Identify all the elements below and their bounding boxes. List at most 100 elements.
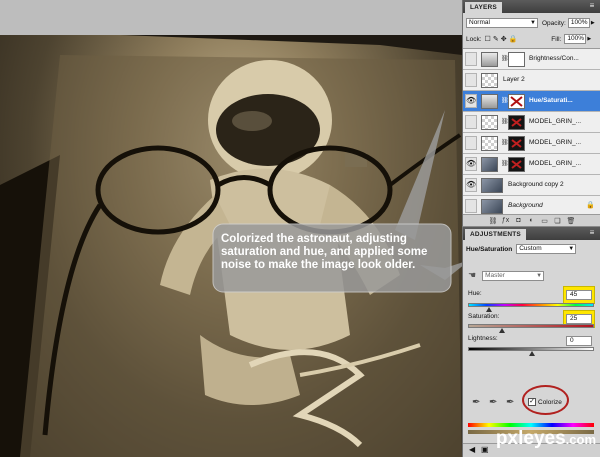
mask-thumbnail-x-icon (508, 94, 525, 109)
visibility-toggle-eye-icon[interactable]: 👁 (465, 157, 477, 171)
adjustment-thumbnail-sun-icon (481, 52, 498, 67)
expand-view-icon[interactable]: ▣ (481, 445, 489, 454)
hue-label: Hue: (468, 290, 482, 297)
layer-thumbnail (481, 157, 498, 172)
panel-menu-icon[interactable]: ≡ (587, 228, 597, 238)
visibility-toggle-eye-icon[interactable]: 👁 (465, 178, 477, 192)
saturation-slider-thumb[interactable] (499, 328, 505, 333)
visibility-toggle[interactable] (465, 115, 477, 129)
input-color-bar (468, 423, 594, 427)
layer-row-model-grin-1[interactable]: ⛓ MODEL_GRIN_... (463, 112, 600, 133)
visibility-toggle[interactable] (465, 73, 477, 87)
fill-input[interactable]: 100% (564, 34, 587, 44)
hue-input[interactable]: 45 (566, 290, 592, 300)
lock-all-icon[interactable]: 🔒 (509, 35, 518, 43)
opacity-arrow-icon[interactable]: ▶ (591, 20, 595, 26)
preset-value: Custom (519, 245, 542, 252)
layer-name: MODEL_GRIN_... (529, 139, 582, 146)
layer-name: Hue/Saturati... (529, 97, 573, 104)
callout-annotation: Colorized the astronaut, adjusting satur… (221, 233, 428, 271)
channel-row: ☚ Master ▼ (463, 270, 600, 281)
lightness-slider-thumb[interactable] (529, 351, 535, 356)
layer-row-model-grin-3[interactable]: 👁 ⛓ MODEL_GRIN_... (463, 154, 600, 175)
mask-thumbnail (508, 136, 525, 151)
chevron-down-icon: ▼ (536, 272, 543, 279)
mask-x-shape (510, 96, 523, 107)
layer-thumbnail (481, 115, 498, 130)
layer-thumbnail (481, 136, 498, 151)
document-canvas[interactable]: Colorized the astronaut, adjusting satur… (0, 0, 462, 457)
opacity-label: Opacity: (542, 19, 566, 27)
saturation-input[interactable]: 25 (566, 314, 592, 324)
lightness-label: Lightness: (468, 335, 498, 342)
fill-label: Fill: (551, 35, 562, 43)
adjustments-panel: ADJUSTMENTS ≡ Hue/Saturation Custom ▼ ☚ … (462, 226, 600, 457)
visibility-toggle[interactable] (465, 52, 477, 66)
blend-mode-select[interactable]: Normal ▼ (466, 18, 538, 28)
preset-select[interactable]: Custom ▼ (516, 244, 577, 254)
lightness-input[interactable]: 0 (566, 336, 592, 346)
panel-menu-icon[interactable]: ≡ (587, 1, 597, 11)
watermark-logo: pxleyes.com (496, 428, 596, 450)
mask-thumbnail (508, 115, 525, 130)
new-layer-icon[interactable]: ❏ (554, 217, 562, 225)
layer-list: ⛓ Brightness/Con... Layer 2 👁 ⛓ Hue/Satu… (463, 48, 600, 217)
lock-icon: 🔒 (586, 202, 595, 209)
mask-x-shape (511, 118, 522, 127)
layer-row-layer-2[interactable]: Layer 2 (463, 70, 600, 91)
opacity-input[interactable]: 100% (567, 18, 590, 28)
blend-mode-value: Normal (469, 19, 490, 26)
mask-thumbnail (508, 52, 525, 67)
layer-thumbnail (481, 199, 503, 214)
lock-paint-icon[interactable]: ✎ (493, 35, 499, 43)
watermark-suffix: .com (565, 432, 596, 447)
eyedropper-plus-icon[interactable]: ✒ (489, 397, 497, 408)
mask-x-shape (511, 160, 522, 169)
tab-adjustments[interactable]: ADJUSTMENTS (465, 229, 526, 240)
layer-thumbnail (481, 73, 498, 88)
layer-name: Background (508, 202, 543, 209)
visibility-toggle-eye-icon[interactable]: 👁 (465, 94, 477, 108)
layers-panel: LAYERS ≡ Normal ▼ Opacity: 100% ▶ Lock: … (462, 0, 600, 226)
group-folder-icon[interactable]: ▭ (541, 217, 549, 225)
layer-row-hue-saturation[interactable]: 👁 ⛓ Hue/Saturati... (463, 91, 600, 112)
layer-name: Layer 2 (503, 76, 525, 83)
layer-row-brightness-contrast[interactable]: ⛓ Brightness/Con... (463, 49, 600, 70)
adjustment-layer-icon[interactable]: ◐ (528, 217, 536, 224)
chevron-down-icon: ▼ (530, 20, 536, 26)
layer-style-icon[interactable]: ƒx (502, 217, 510, 224)
trash-icon[interactable]: 🗑 (567, 217, 576, 225)
blend-row: Normal ▼ Opacity: 100% ▶ (463, 18, 600, 28)
back-arrow-icon[interactable]: ◀ (469, 445, 475, 454)
saturation-label: Saturation: (468, 313, 500, 320)
lock-row: Lock: ☐ ✎ ✥ 🔒 Fill: 100% ▶ (463, 34, 600, 44)
lock-transparency-icon[interactable]: ☐ (485, 35, 491, 43)
watermark-brand: pxleyes (495, 428, 566, 449)
channel-select[interactable]: Master ▼ (482, 270, 545, 281)
adjustment-title: Hue/Saturation (466, 245, 513, 253)
link-layers-icon[interactable]: ⛓ (489, 217, 498, 225)
mask-x-shape (511, 139, 522, 148)
tab-layers[interactable]: LAYERS (465, 2, 502, 13)
layer-row-model-grin-2[interactable]: ⛓ MODEL_GRIN_... (463, 133, 600, 154)
chevron-down-icon: ▼ (568, 246, 575, 252)
layer-name: Brightness/Con... (529, 55, 579, 62)
visibility-toggle[interactable] (465, 199, 477, 213)
hand-tool-icon[interactable]: ☚ (468, 270, 476, 281)
layers-footer: ⛓ ƒx ◘ ◐ ▭ ❏ 🗑 (463, 214, 600, 226)
channel-value: Master (485, 271, 505, 279)
fill-arrow-icon[interactable]: ▶ (587, 36, 591, 42)
adjustment-thumbnail (481, 94, 498, 109)
eyedropper-minus-icon[interactable]: ✒ (506, 397, 514, 408)
layer-row-background-copy-2[interactable]: 👁 Background copy 2 (463, 175, 600, 196)
hue-slider-thumb[interactable] (486, 307, 492, 312)
lock-move-icon[interactable]: ✥ (501, 35, 507, 43)
lock-label: Lock: (466, 35, 482, 43)
eyedropper-icon[interactable]: ✒ (472, 397, 480, 408)
saturation-slider[interactable] (468, 324, 594, 328)
add-mask-icon[interactable]: ◘ (515, 217, 523, 224)
mask-thumbnail (508, 157, 525, 172)
visibility-toggle[interactable] (465, 136, 477, 150)
adjustments-tab-bar: ADJUSTMENTS ≡ (463, 227, 600, 240)
layer-thumbnail (481, 178, 503, 193)
